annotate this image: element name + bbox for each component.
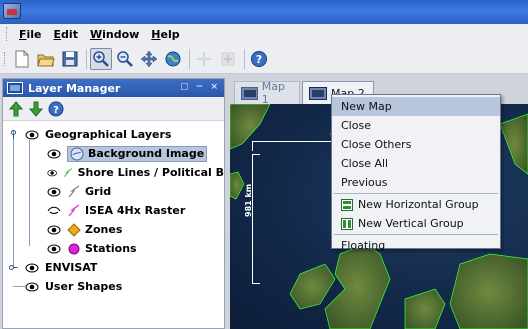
svg-text:?: ?	[53, 105, 59, 116]
menu-bar: File Edit Window Help	[0, 24, 528, 44]
layer-manager-panel: Layer Manager ▢ − × ? Geographical Layer…	[2, 78, 225, 329]
menu-item-label: New Vertical Group	[358, 217, 464, 230]
title-bar	[0, 0, 528, 24]
tree-node-label: Stations	[85, 242, 137, 255]
select-icon[interactable]	[193, 48, 215, 70]
tree-node-label: Background Image	[88, 147, 205, 160]
menu-item-label: Close Others	[341, 138, 412, 151]
tree-node-label-box: Background Image	[67, 145, 208, 162]
help-icon[interactable]: ?	[248, 48, 270, 70]
menu-item-new-vertical-group[interactable]: New Vertical Group	[332, 214, 500, 233]
visibility-eye-icon[interactable]	[25, 263, 39, 273]
menu-separator	[334, 193, 498, 194]
toolbar-separator	[244, 48, 245, 69]
globe-icon[interactable]	[162, 48, 184, 70]
tree-node-label: Shore Lines / Political B	[77, 166, 224, 179]
tree-node-isea-raster[interactable]: ISEA 4Hx Raster	[3, 201, 224, 220]
panel-title: Layer Manager	[28, 81, 121, 95]
tree-node-shore-lines[interactable]: Shore Lines / Political B	[3, 163, 224, 182]
app-icon	[3, 3, 21, 19]
line-magenta-icon	[68, 203, 80, 216]
pin-icon[interactable]	[217, 48, 239, 70]
help-icon[interactable]: ?	[47, 100, 65, 118]
menubar-grip	[6, 27, 9, 41]
visibility-eye-icon[interactable]	[25, 130, 39, 140]
scale-bar-vertical	[252, 154, 260, 284]
circle-magenta-icon	[68, 243, 80, 254]
tree-node-grid[interactable]: Grid	[3, 182, 224, 201]
tree-node-zones[interactable]: Zones	[3, 220, 224, 239]
menu-item-label: Close All	[341, 157, 389, 170]
tab-map-1[interactable]: Map 1	[234, 80, 300, 106]
map-icon	[241, 86, 258, 100]
tree-node-envisat[interactable]: ENVISAT	[3, 258, 224, 277]
tree-node-label: Grid	[85, 185, 112, 198]
zoom-in-icon[interactable]	[90, 47, 112, 70]
vertical-group-icon	[341, 217, 353, 230]
visibility-eye-icon[interactable]	[47, 244, 61, 254]
horizontal-group-icon	[341, 198, 353, 211]
menu-item-close-others[interactable]: Close Others	[332, 135, 500, 154]
menu-separator	[334, 234, 498, 235]
menu-item-label: New Horizontal Group	[358, 198, 479, 211]
toolbar-separator	[86, 48, 87, 69]
toolbar-separator	[189, 48, 190, 69]
new-file-icon[interactable]	[11, 48, 33, 70]
map-icon	[309, 86, 327, 100]
layer-tree: Geographical Layers Background Image Sho…	[3, 121, 224, 296]
menu-item-new-horizontal-group[interactable]: New Horizontal Group	[332, 195, 500, 214]
expand-toggle-icon[interactable]	[9, 130, 18, 139]
main-toolbar: ?	[0, 44, 528, 74]
tab-label: Map 1	[261, 80, 286, 106]
tree-node-label: Geographical Layers	[45, 128, 172, 141]
visibility-eye-icon[interactable]	[47, 187, 61, 197]
layer-toolbar: ?	[3, 97, 224, 121]
menu-item-floating[interactable]: Floating	[332, 236, 500, 255]
menu-item-close[interactable]: Close	[332, 116, 500, 135]
tree-connector	[13, 286, 25, 287]
scale-label-vertical: 981 km	[244, 183, 253, 217]
diamond-orange-icon	[67, 222, 81, 237]
zoom-out-icon[interactable]	[114, 48, 136, 70]
line-green-icon	[64, 167, 73, 177]
menu-item-label: Close	[341, 119, 371, 132]
visibility-eye-icon[interactable]	[47, 168, 57, 178]
menu-item-label: Floating	[341, 239, 386, 252]
image-icon	[70, 147, 84, 160]
menu-item-new-map[interactable]: New Map	[332, 97, 500, 116]
tab-context-menu: New Map Close Close Others Close All Pre…	[331, 94, 501, 252]
toolbar-grip	[4, 51, 7, 66]
move-up-icon[interactable]	[7, 100, 25, 118]
menu-help[interactable]: Help	[145, 28, 185, 41]
menu-item-close-all[interactable]: Close All	[332, 154, 500, 173]
tree-node-label: Zones	[85, 223, 123, 236]
visibility-eye-icon[interactable]	[47, 225, 61, 235]
panel-window-controls[interactable]: ▢ − ×	[180, 82, 220, 92]
menu-edit[interactable]: Edit	[48, 28, 84, 41]
menu-item-label: Previous	[341, 176, 388, 189]
menu-file[interactable]: File	[13, 28, 48, 41]
visibility-eye-icon[interactable]	[47, 149, 61, 159]
layer-manager-icon	[7, 82, 23, 94]
menu-item-label: New Map	[341, 100, 392, 113]
menu-item-previous[interactable]: Previous	[332, 173, 500, 192]
tree-node-background-image[interactable]: Background Image	[3, 144, 224, 163]
panel-title-bar: Layer Manager ▢ − ×	[3, 79, 224, 97]
visibility-eye-closed-icon[interactable]	[47, 206, 61, 216]
line-gray-icon	[68, 184, 80, 197]
tree-node-label: ENVISAT	[45, 261, 98, 274]
visibility-eye-icon[interactable]	[25, 282, 39, 292]
save-icon[interactable]	[59, 48, 81, 70]
collapse-toggle-icon[interactable]	[9, 263, 18, 272]
move-down-icon[interactable]	[27, 100, 45, 118]
tree-node-user-shapes[interactable]: User Shapes	[3, 277, 224, 296]
tree-node-label: User Shapes	[45, 280, 123, 293]
tree-node-label: ISEA 4Hx Raster	[85, 204, 186, 217]
open-folder-icon[interactable]	[35, 48, 57, 70]
svg-text:?: ?	[256, 53, 262, 66]
tree-node-geographical-layers[interactable]: Geographical Layers	[3, 125, 224, 144]
pan-icon[interactable]	[138, 48, 160, 70]
menu-window[interactable]: Window	[84, 28, 145, 41]
tree-node-stations[interactable]: Stations	[3, 239, 224, 258]
